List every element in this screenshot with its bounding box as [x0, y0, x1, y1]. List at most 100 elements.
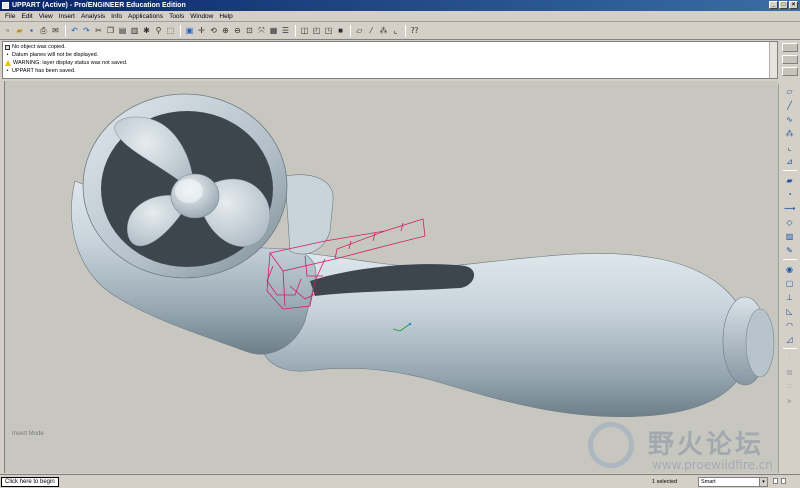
spin-center-icon[interactable]: ✛: [196, 25, 207, 36]
regenerate-icon[interactable]: ✱: [141, 25, 152, 36]
blend-icon[interactable]: ◇: [784, 217, 795, 228]
status-hint-button[interactable]: Click here to begin: [1, 477, 59, 487]
message-area: No object was copied. • Datum planes wil…: [2, 41, 778, 79]
datum-curve-icon[interactable]: ∿: [784, 114, 795, 125]
model-viewport[interactable]: [5, 81, 778, 473]
no-hidden-icon[interactable]: ◳: [323, 25, 334, 36]
style-icon[interactable]: ✎: [784, 245, 795, 256]
menu-analysis[interactable]: Analysis: [78, 11, 108, 22]
status-light-icon: [781, 478, 786, 484]
select-box-icon[interactable]: ⬚: [165, 25, 176, 36]
round-icon[interactable]: ◠: [784, 320, 795, 331]
close-button[interactable]: ×: [789, 1, 798, 9]
message-text: UPPART has been saved.: [12, 68, 76, 74]
rib-icon[interactable]: ⊥: [784, 292, 795, 303]
hole-icon[interactable]: ◉: [784, 264, 795, 275]
mirror-icon[interactable]: ⫸: [784, 395, 795, 406]
graphics-window[interactable]: Insert Mode: [4, 81, 778, 473]
new-icon[interactable]: ▫: [2, 25, 13, 36]
copy-icon[interactable]: ❐: [105, 25, 116, 36]
variable-sweep-icon[interactable]: ⟿: [784, 203, 795, 214]
bullet-icon: •: [6, 51, 9, 58]
paste-icon[interactable]: ▤: [117, 25, 128, 36]
menu-insert[interactable]: Insert: [56, 11, 78, 22]
shading-icon[interactable]: ■: [335, 25, 346, 36]
coord-sys-icon[interactable]: ⌞: [390, 25, 401, 36]
save-icon[interactable]: ▪: [26, 25, 37, 36]
selection-count: 1 selected: [652, 479, 678, 485]
print-icon[interactable]: ⎙: [38, 25, 49, 36]
find-icon[interactable]: ⚲: [153, 25, 164, 36]
toolbar-separator: [180, 24, 181, 37]
analysis-feature-icon[interactable]: ⊿: [784, 156, 795, 167]
draft-icon[interactable]: ◺: [784, 306, 795, 317]
tail-cap: [745, 308, 775, 378]
boundary-blend-icon[interactable]: ▨: [784, 231, 795, 242]
orient-icon[interactable]: ⟲: [208, 25, 219, 36]
title-bar: UPPART (Active) - Pro/ENGINEER Education…: [0, 0, 800, 11]
merge-icon[interactable]: ⧉: [784, 367, 795, 378]
message-scrollbar[interactable]: [769, 42, 777, 78]
whats-this-icon[interactable]: ⁇: [409, 25, 420, 36]
refit-icon[interactable]: ⊡: [244, 25, 255, 36]
message-text: Datum planes will not be displayed.: [12, 52, 99, 58]
paste-special-icon[interactable]: ▥: [129, 25, 140, 36]
menu-help[interactable]: Help: [216, 11, 235, 22]
window-controls: _ □ ×: [769, 1, 798, 9]
toolbar-separator: [782, 170, 797, 171]
hidden-line-icon[interactable]: ◰: [311, 25, 322, 36]
panel-block: [782, 67, 798, 76]
message-line: • Datum planes will not be displayed.: [5, 51, 775, 59]
datum-plane-icon[interactable]: ▱: [784, 86, 795, 97]
menu-info[interactable]: Info: [108, 11, 125, 22]
menu-applications[interactable]: Applications: [125, 11, 166, 22]
menu-tools[interactable]: Tools: [166, 11, 187, 22]
cut-icon[interactable]: ✂: [93, 25, 104, 36]
right-panel-header: [780, 41, 800, 81]
info-icon: [5, 44, 10, 50]
status-lights: [773, 478, 786, 484]
menu-edit[interactable]: Edit: [18, 11, 35, 22]
selection-filter-value: Smart: [701, 479, 716, 485]
message-text: No object was copied.: [12, 44, 66, 50]
message-line: No object was copied.: [5, 43, 775, 51]
pattern-icon[interactable]: ⁙: [784, 381, 795, 392]
message-line: WARNING: layer display status was not sa…: [5, 59, 775, 67]
chevron-down-icon[interactable]: ▾: [759, 478, 767, 486]
menu-bar: File Edit View Insert Analysis Info Appl…: [0, 11, 800, 22]
datum-point-icon[interactable]: ⁂: [784, 128, 795, 139]
revolve-icon[interactable]: ◔: [784, 189, 795, 200]
extrude-icon[interactable]: ▰: [784, 175, 795, 186]
redo-icon[interactable]: ↷: [81, 25, 92, 36]
saved-views-icon[interactable]: ▦: [268, 25, 279, 36]
menu-window[interactable]: Window: [187, 11, 216, 22]
email-icon[interactable]: ✉: [50, 25, 61, 36]
shell-icon[interactable]: ▢: [784, 278, 795, 289]
repaint-icon[interactable]: ▣: [184, 25, 195, 36]
menu-file[interactable]: File: [2, 11, 18, 22]
trim-icon[interactable]: ⫶: [784, 353, 795, 364]
reorient-icon[interactable]: ⤧: [256, 25, 267, 36]
datum-planes-icon[interactable]: ▱: [354, 25, 365, 36]
datum-axis-icon[interactable]: ╱: [784, 100, 795, 111]
datum-points-icon[interactable]: ⁂: [378, 25, 389, 36]
open-icon[interactable]: ▰: [14, 25, 25, 36]
menu-view[interactable]: View: [36, 11, 56, 22]
toolbar-separator: [350, 24, 351, 37]
status-bar: Click here to begin 1 selected Smart ▾: [0, 474, 800, 488]
proe-window: UPPART (Active) - Pro/ENGINEER Education…: [0, 0, 800, 488]
zoom-out-icon[interactable]: ⊖: [232, 25, 243, 36]
layers-icon[interactable]: ☰: [280, 25, 291, 36]
chamfer-icon[interactable]: ◿: [784, 334, 795, 345]
datum-axes-icon[interactable]: ⁄: [366, 25, 377, 36]
wireframe-icon[interactable]: ◫: [299, 25, 310, 36]
undo-icon[interactable]: ↶: [69, 25, 80, 36]
selection-filter[interactable]: Smart ▾: [698, 477, 768, 487]
warning-icon: [5, 60, 11, 66]
app-icon: [2, 2, 9, 9]
minimize-button[interactable]: _: [769, 1, 778, 9]
zoom-in-icon[interactable]: ⊕: [220, 25, 231, 36]
maximize-button[interactable]: □: [779, 1, 788, 9]
bullet-icon: •: [6, 67, 9, 74]
datum-csys-icon[interactable]: ⌞: [784, 142, 795, 153]
